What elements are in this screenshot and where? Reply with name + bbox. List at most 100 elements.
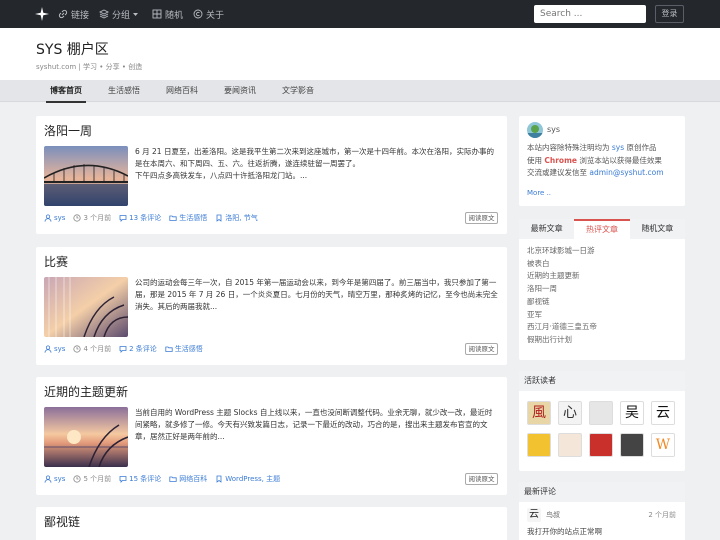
posts-tabs: 最新文章 热评文章 随机文章 — [519, 219, 685, 239]
nav-label: 分组 — [112, 10, 131, 21]
post-author[interactable]: sys — [44, 345, 65, 353]
post-title[interactable]: 近期的主题更新 — [44, 383, 128, 400]
post-title[interactable]: 鄙视链 — [44, 513, 80, 530]
email-link[interactable]: admin@syshut.com — [589, 168, 663, 177]
reader-avatar[interactable]: 云 — [651, 401, 675, 425]
comment-time: 2 个月前 — [648, 511, 676, 519]
list-item[interactable]: 鄙视链 — [527, 296, 597, 309]
sparkle-logo-icon[interactable] — [34, 6, 50, 22]
tab-home[interactable]: 博客首页 — [46, 80, 86, 103]
user-icon — [44, 214, 52, 222]
posts-tabs-widget: 最新文章 热评文章 随机文章 北京环球影城一日游 被表白 近期的主题更新 洛阳一… — [519, 219, 685, 360]
random-icon — [152, 9, 162, 19]
post-excerpt: 当前自用的 WordPress 主题 Slocks 自上线以来，一直也没间断调整… — [135, 408, 493, 441]
post-category[interactable]: 生活感悟 — [169, 213, 207, 223]
post-author[interactable]: sys — [44, 475, 65, 483]
reader-avatar-grid: 風心 吴云W — [527, 401, 681, 457]
post-thumbnail[interactable] — [44, 146, 128, 206]
list-item[interactable]: 北京环球影城一日游 — [527, 245, 597, 258]
site-subtitle: syshut.com | 学习 • 分享 • 创造 — [36, 63, 143, 71]
bookmark-icon — [216, 214, 222, 222]
list-item[interactable]: 洛阳一周 — [527, 283, 597, 296]
post-card: 近期的主题更新 当前自用的 WordPress 主题 Slocks 自上线以来，… — [36, 377, 507, 495]
clock-icon — [73, 214, 82, 222]
site-header: SYS 棚户区 syshut.com | 学习 • 分享 • 创造 — [0, 28, 720, 80]
active-readers-widget: 活跃读者 風心 吴云W — [519, 371, 685, 471]
nav-label: 随机 — [165, 10, 184, 21]
post-card: 比赛 公司的运动会每三年一次，自 2015 年第一届运动会以来，到今年是第四届了… — [36, 247, 507, 365]
post-category[interactable]: 网络百科 — [169, 474, 207, 484]
folder-icon — [169, 476, 177, 482]
list-item[interactable]: 西江月·道德三皇五帝 — [527, 321, 597, 334]
layers-icon — [99, 9, 110, 19]
post-excerpt: 公司的运动会每三年一次，自 2015 年第一届运动会以来，到今年是第四届了。前三… — [135, 278, 498, 311]
reader-avatar[interactable]: W — [651, 433, 675, 457]
reader-avatar[interactable] — [527, 433, 551, 457]
reader-avatar[interactable] — [589, 401, 613, 425]
commenter-avatar[interactable]: 云 — [527, 508, 541, 522]
reader-avatar[interactable]: 吴 — [620, 401, 644, 425]
comment-icon — [119, 476, 127, 483]
comment-text[interactable]: 我打开你的站点正常啊 — [527, 526, 602, 537]
post-thumbnail[interactable] — [44, 277, 128, 337]
tab-random-posts[interactable]: 随机文章 — [630, 219, 685, 239]
tab-web[interactable]: 网络百科 — [166, 80, 198, 102]
nav-label: 关于 — [206, 10, 225, 21]
post-author[interactable]: sys — [44, 214, 65, 222]
latest-comments-widget: 最新评论 云 鸟叔 2 个月前 我打开你的站点正常啊 — [519, 482, 685, 540]
nav-label: 链接 — [71, 10, 90, 21]
post-card: 鄙视链 — [36, 507, 507, 540]
read-more-button[interactable]: 阅读原文 — [465, 473, 498, 485]
caret-down-icon — [133, 12, 139, 16]
user-icon — [44, 345, 52, 353]
more-link[interactable]: More .. — [527, 189, 551, 197]
read-more-button[interactable]: 阅读原文 — [465, 343, 498, 355]
clock-icon — [73, 475, 82, 483]
category-nav: 博客首页 生活感悟 网络百科 要闻资讯 文学影音 — [0, 80, 720, 103]
reader-avatar[interactable] — [558, 433, 582, 457]
list-item[interactable]: 亚军 — [527, 309, 597, 322]
nav-item-groups[interactable]: 分组 — [99, 8, 142, 21]
commenter-name[interactable]: 鸟叔 — [546, 510, 560, 520]
search-input[interactable] — [534, 5, 646, 23]
login-button[interactable]: 登录 — [655, 5, 684, 23]
list-item[interactable]: 假期出行计划 — [527, 334, 597, 347]
about-widget: sys 本站内容除特殊注明均为 sys 原创作品 使用 Chrome 浏览本站以… — [519, 116, 685, 206]
reader-avatar[interactable]: 心 — [558, 401, 582, 425]
post-comments[interactable]: 2 条评论 — [119, 344, 157, 354]
author-name[interactable]: sys — [547, 125, 560, 134]
post-comments[interactable]: 13 条评论 — [119, 213, 161, 223]
tab-hot-posts[interactable]: 热评文章 — [574, 219, 630, 239]
about-description: 本站内容除特殊注明均为 sys 原创作品 使用 Chrome 浏览本站以获得最佳… — [527, 143, 664, 177]
post-meta: sys 4 个月前 2 条评论 生活感悟 — [44, 344, 211, 354]
post-tags[interactable]: 洛阳, 节气 — [215, 213, 258, 223]
site-title[interactable]: SYS 棚户区 — [36, 39, 109, 59]
list-item[interactable]: 被表白 — [527, 258, 597, 271]
nav-item-links[interactable]: 链接 — [58, 8, 89, 21]
main-nav: 链接 分组 随机 关于 — [58, 0, 234, 28]
tab-life[interactable]: 生活感悟 — [108, 80, 140, 102]
reader-avatar[interactable] — [620, 433, 644, 457]
user-icon — [44, 475, 52, 483]
post-category[interactable]: 生活感悟 — [165, 344, 203, 354]
tab-news[interactable]: 要闻资讯 — [224, 80, 256, 102]
nav-item-random[interactable]: 随机 — [152, 8, 183, 21]
post-title[interactable]: 比赛 — [44, 253, 68, 270]
post-tags[interactable]: WordPress, 主题 — [215, 474, 280, 484]
read-more-button[interactable]: 阅读原文 — [465, 212, 498, 224]
post-excerpt: 6 月 21 日夏至，出差洛阳。这是我平生第二次来到这座城市，第一次是十四年前。… — [135, 147, 494, 180]
post-comments[interactable]: 15 条评论 — [119, 474, 161, 484]
comment-icon — [119, 346, 127, 353]
post-title[interactable]: 洛阳一周 — [44, 122, 92, 139]
folder-icon — [165, 346, 173, 352]
hot-post-list: 北京环球影城一日游 被表白 近期的主题更新 洛阳一周 鄙视链 亚军 西江月·道德… — [527, 245, 597, 347]
link-icon — [58, 9, 68, 19]
reader-avatar[interactable]: 風 — [527, 401, 551, 425]
post-thumbnail[interactable] — [44, 407, 128, 467]
tab-literature[interactable]: 文学影音 — [282, 80, 314, 102]
tab-latest-posts[interactable]: 最新文章 — [519, 219, 574, 239]
author-avatar[interactable] — [527, 122, 543, 138]
nav-item-about[interactable]: 关于 — [193, 8, 224, 21]
list-item[interactable]: 近期的主题更新 — [527, 270, 597, 283]
reader-avatar[interactable] — [589, 433, 613, 457]
